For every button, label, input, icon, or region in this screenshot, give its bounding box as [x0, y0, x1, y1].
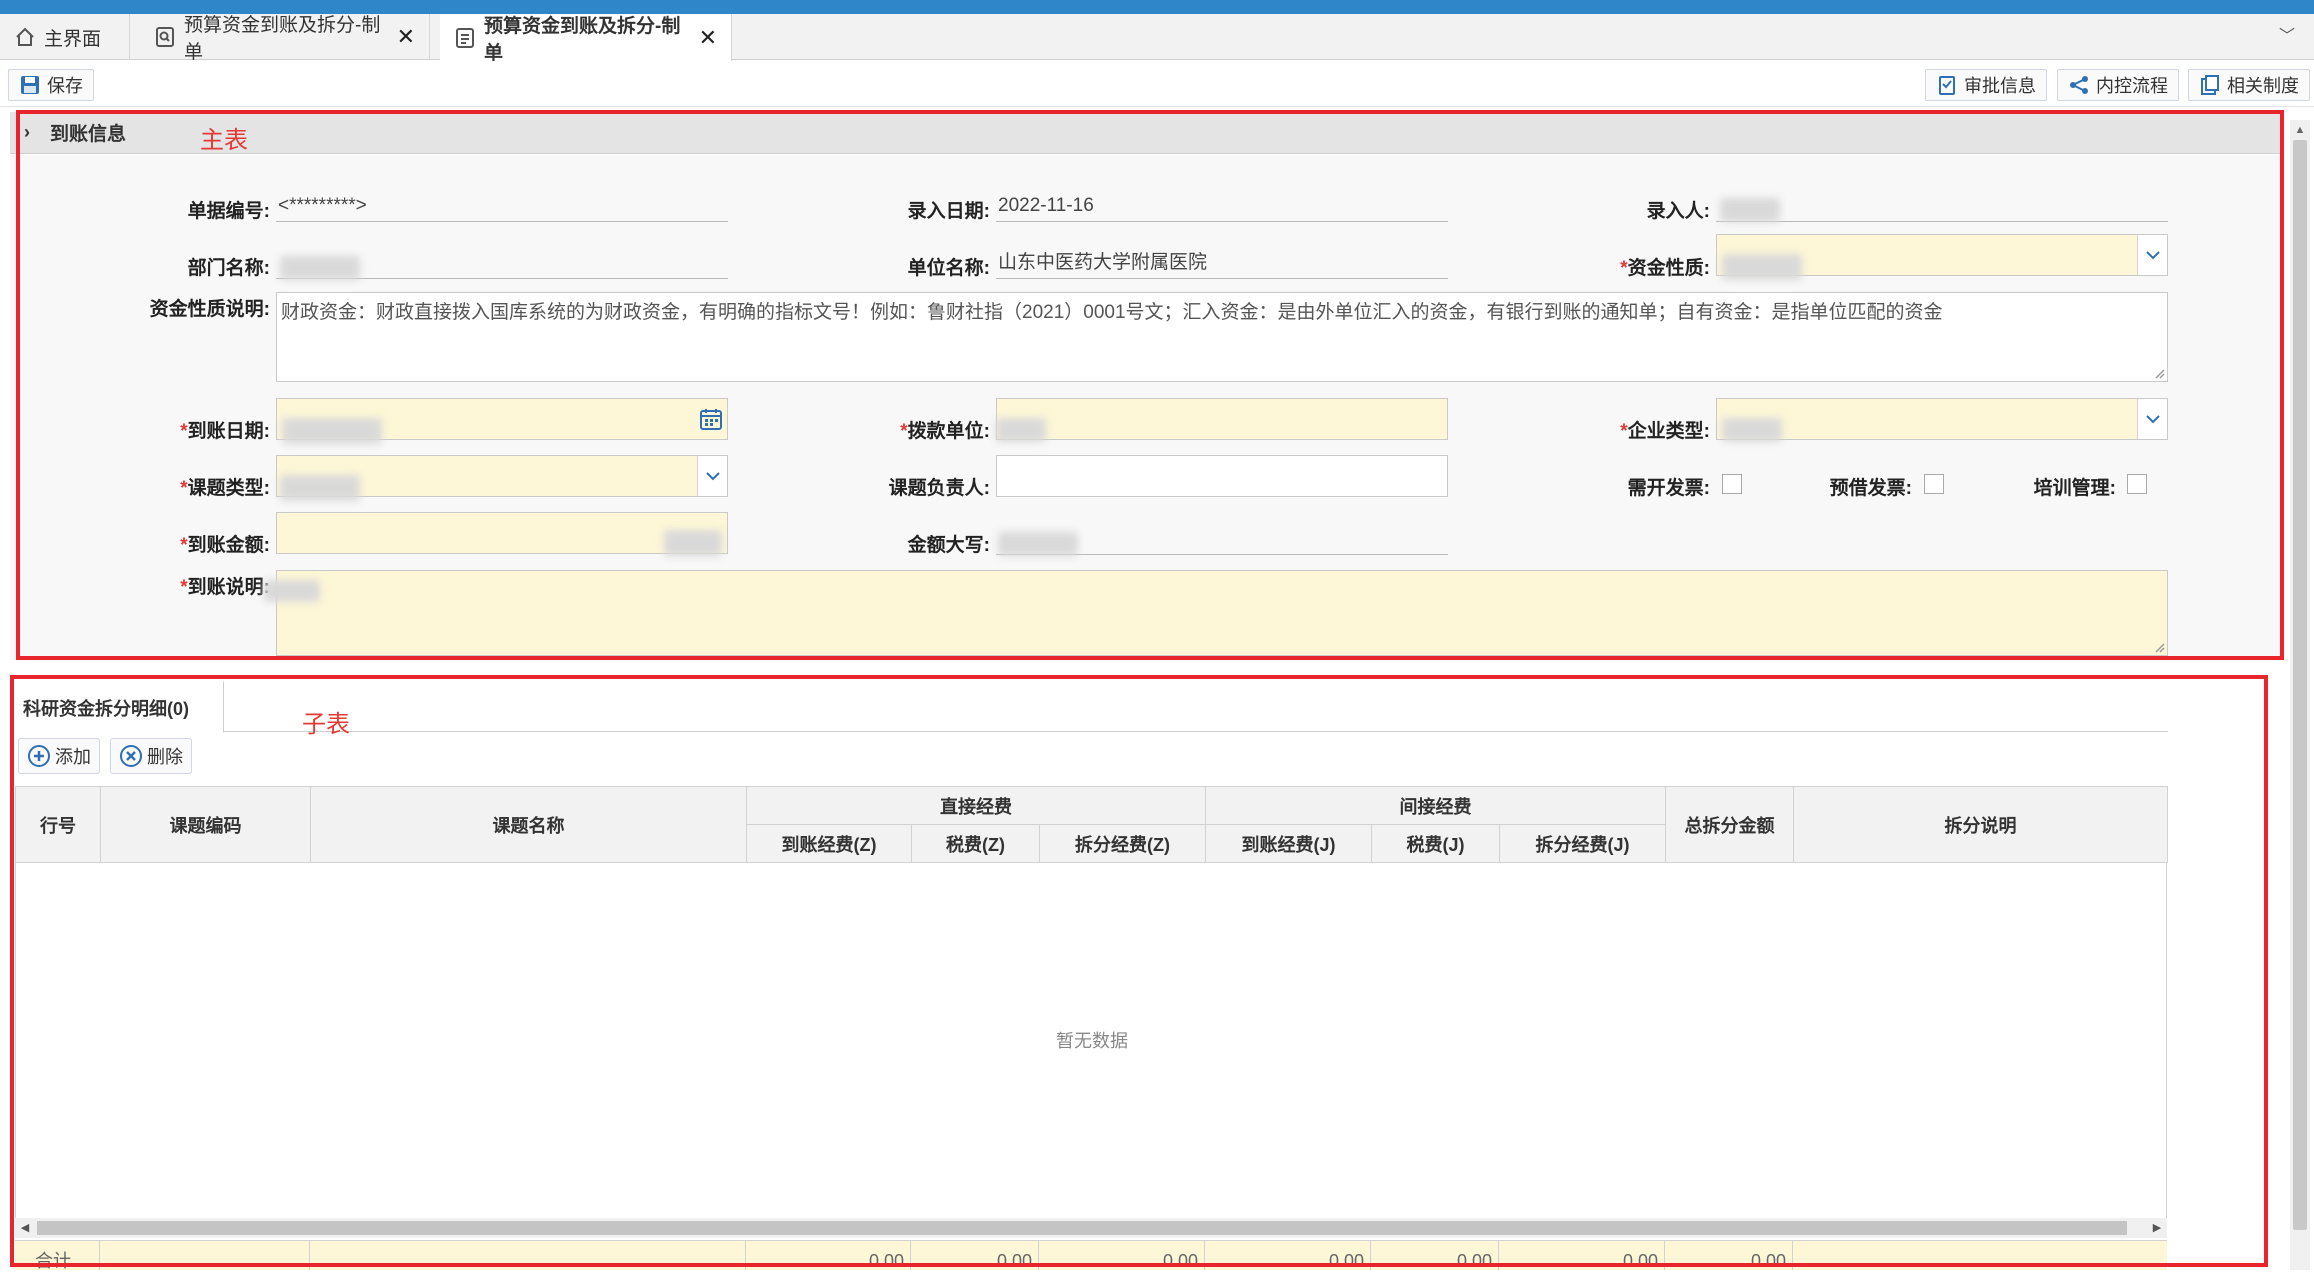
share-flow-icon: [2068, 74, 2090, 96]
save-button[interactable]: 保存: [8, 69, 94, 101]
save-button-label: 保存: [47, 76, 83, 96]
tab-budget-entry-1[interactable]: 预算资金到账及拆分-制单 ✕: [140, 14, 430, 63]
tab-budget-entry-2[interactable]: 预算资金到账及拆分-制单 ✕: [440, 14, 732, 64]
toolbar: 保存 审批信息 内控流程 相关制度: [0, 61, 2314, 107]
scrollbar-thumb[interactable]: [2293, 140, 2307, 1230]
internal-flow-label: 内控流程: [2096, 76, 2168, 96]
close-icon[interactable]: ✕: [397, 24, 415, 50]
search-doc-icon: [154, 26, 176, 48]
related-policy-label: 相关制度: [2227, 76, 2299, 96]
chevron-down-icon[interactable]: ﹀: [2274, 24, 2300, 50]
approval-info-label: 审批信息: [1964, 76, 2036, 96]
tab-home[interactable]: 主界面: [0, 14, 130, 60]
tab-budget-entry-2-label: 预算资金到账及拆分-制单: [484, 15, 681, 64]
tab-bar: 主界面 预算资金到账及拆分-制单 ✕ 预算资金到账及拆分-制单 ✕ ﹀: [0, 14, 2314, 64]
close-icon[interactable]: ✕: [699, 25, 717, 51]
vertical-scrollbar[interactable]: ▲: [2290, 120, 2310, 1270]
tab-budget-entry-1-label: 预算资金到账及拆分-制单: [184, 15, 381, 63]
home-icon: [14, 26, 36, 48]
document-icon: [454, 27, 476, 49]
approval-info-button[interactable]: 审批信息: [1925, 69, 2047, 101]
scroll-up-icon[interactable]: ▲: [2290, 120, 2310, 140]
master-annotation-label: 主表: [200, 127, 248, 154]
policy-doc-icon: [2199, 74, 2221, 96]
save-icon: [19, 74, 41, 96]
related-policy-button[interactable]: 相关制度: [2188, 69, 2310, 101]
master-annotation-box: [16, 110, 2284, 660]
clipboard-icon: [1936, 74, 1958, 96]
internal-flow-button[interactable]: 内控流程: [2057, 69, 2179, 101]
detail-annotation-label: 子表: [302, 711, 350, 738]
detail-annotation-box: [10, 675, 2268, 1267]
tab-home-label: 主界面: [44, 28, 102, 50]
